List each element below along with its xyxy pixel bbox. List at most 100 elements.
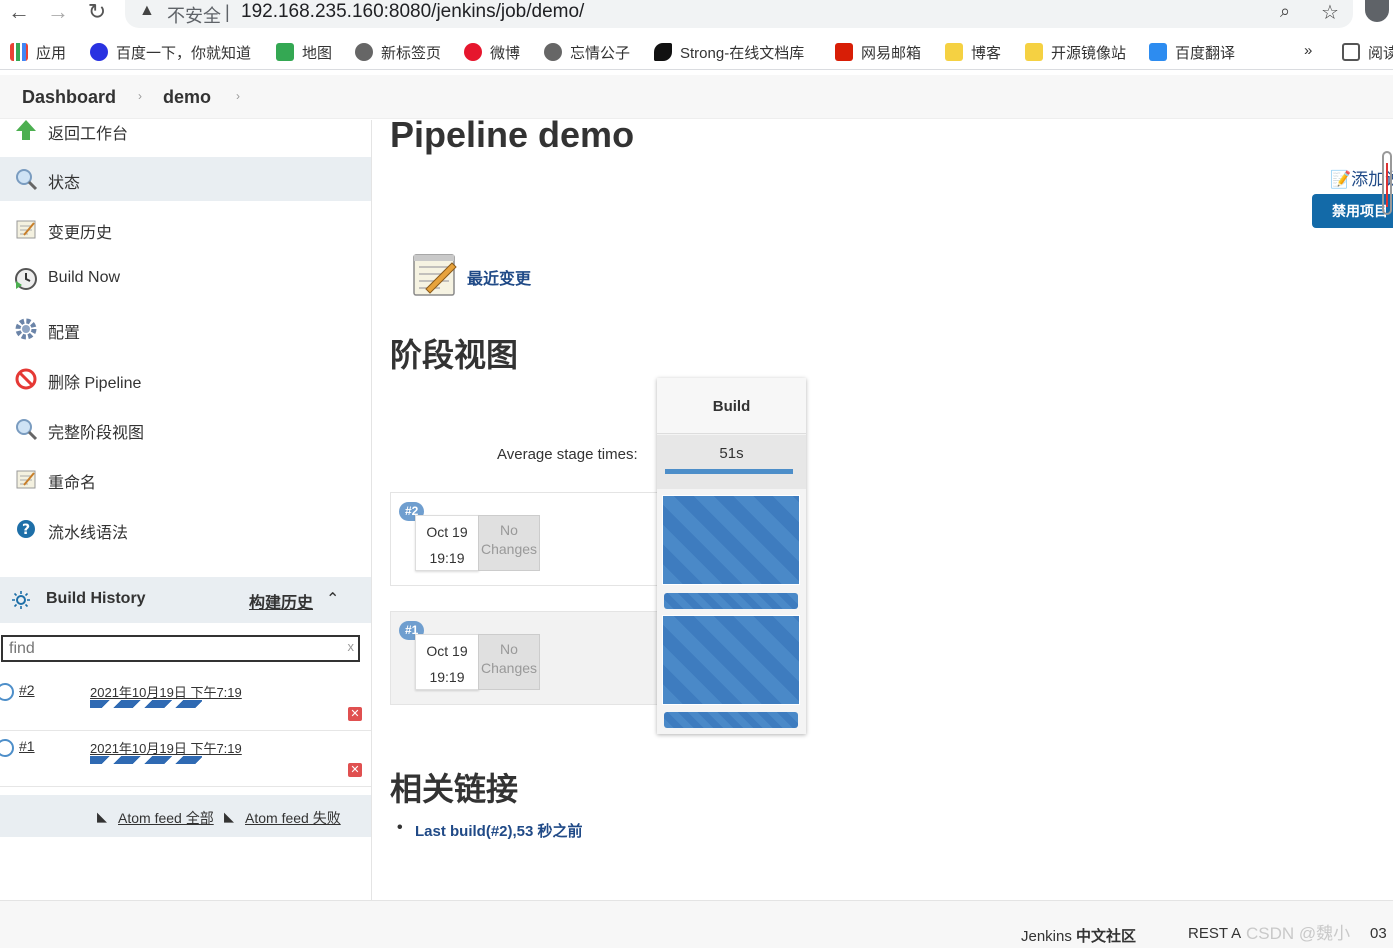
bookmark-label: 百度翻译 [1175, 45, 1236, 62]
build-search: x [1, 635, 360, 662]
avg-stage-time: 51s [719, 445, 744, 462]
bookmark-star-icon[interactable]: ☆ [1321, 0, 1339, 25]
task-full-stage-view[interactable]: 完整阶段视图 [0, 407, 371, 451]
run-date-day: Oct 19 [426, 524, 468, 540]
breadcrumb-job[interactable]: demo [163, 87, 211, 108]
bookmark-label: 博客 [971, 45, 1002, 62]
bookmark-map[interactable]: 地图 [276, 42, 332, 63]
reading-list[interactable]: 阅读 [1342, 42, 1393, 63]
last-build-link[interactable]: Last build(#2),53 秒之前 [397, 819, 582, 841]
watermark: CSDN @魏小 [1246, 924, 1351, 943]
chevron-right-icon[interactable]: › [236, 89, 240, 103]
run-date: Oct 19 19:19 [415, 515, 479, 571]
search-icon [16, 169, 38, 191]
build-history-header: Build History 构建历史 ⌃ [0, 577, 371, 623]
mail-icon [835, 43, 853, 61]
globe-icon [355, 43, 373, 61]
chevron-right-icon[interactable]: › [138, 89, 142, 103]
community-link[interactable]: Jenkins 中文社区 [1021, 925, 1136, 946]
disable-project-button[interactable]: 禁用项目 [1312, 194, 1393, 228]
task-status[interactable]: 状态 [0, 157, 371, 201]
notepad-icon [413, 254, 457, 296]
abort-build-icon[interactable]: ✕ [348, 763, 362, 777]
bookmark-label: Strong-在线文档库 [680, 45, 805, 62]
avg-stage-time-cell: 51s [657, 435, 806, 489]
breadcrumb-dashboard[interactable]: Dashboard [22, 87, 116, 108]
bookmarks-more[interactable]: » [1304, 42, 1312, 59]
no-entry-icon [15, 368, 37, 390]
bookmark-label: 网易邮箱 [861, 45, 922, 62]
folder-icon [1025, 43, 1043, 61]
bookmark-label: 开源镜像站 [1051, 45, 1127, 62]
back-icon[interactable]: ← [4, 0, 34, 24]
run-date-time: 19:19 [429, 669, 465, 685]
feed-all-link[interactable]: Atom feed 全部 [118, 808, 214, 828]
build-search-input[interactable] [9, 639, 329, 659]
bookmark-mail[interactable]: 网易邮箱 [835, 42, 921, 63]
task-delete-pipeline[interactable]: 删除 Pipeline [0, 357, 371, 401]
bookmark-translate[interactable]: 百度翻译 [1149, 42, 1235, 63]
task-label: 返回工作台 [48, 126, 129, 143]
bookmark-label: 新标签页 [381, 45, 442, 62]
chevron-up-icon[interactable]: ⌃ [326, 589, 339, 609]
warning-icon: ▲ [139, 2, 155, 19]
in-progress-icon [0, 683, 14, 701]
task-build-now[interactable]: Build Now [0, 257, 371, 301]
zoom-icon[interactable]: ⌕ [1280, 1, 1290, 22]
task-changes[interactable]: 变更历史 [0, 207, 371, 251]
build-row-2: #2 2021年10月19日 下午7:19 ✕ [0, 676, 371, 731]
reload-icon[interactable]: ↻ [82, 0, 112, 24]
notepad-icon [16, 220, 36, 239]
bookmark-label: 应用 [36, 45, 67, 62]
bookmark-weibo[interactable]: 微博 [464, 42, 520, 63]
bookmark-strong[interactable]: Strong-在线文档库 [654, 42, 804, 63]
gear-icon [15, 318, 37, 340]
build-number-link[interactable]: #1 [19, 738, 35, 754]
community-bold: 中文社区 [1076, 928, 1137, 945]
stage-run-row-2[interactable]: #2 Oct 19 19:19 No Changes [390, 492, 658, 586]
avg-stage-times-label: Average stage times: [497, 446, 638, 463]
feed-failed-link[interactable]: Atom feed 失败 [245, 808, 341, 828]
task-back-to-dashboard[interactable]: 返回工作台 [0, 108, 371, 152]
url-text[interactable]: 192.168.235.160:8080/jenkins/job/demo/ [241, 1, 584, 23]
scroll-indicator [1382, 151, 1392, 215]
address-bar[interactable]: ▲ 不安全 | 192.168.235.160:8080/jenkins/job… [125, 0, 1353, 28]
bookmark-mirror[interactable]: 开源镜像站 [1025, 42, 1126, 63]
apps-grid-icon [10, 43, 28, 61]
task-pipeline-syntax[interactable]: ? 流水线语法 [0, 507, 371, 551]
build-number-link[interactable]: #2 [19, 682, 35, 698]
stage-progress-bar [664, 712, 798, 728]
stage-run-row-1[interactable]: #1 Oct 19 19:19 No Changes [390, 611, 658, 705]
run-date-time: 19:19 [429, 550, 465, 566]
stage-cell-running[interactable] [662, 495, 800, 585]
recent-changes-link[interactable]: 最近变更 [467, 265, 531, 289]
forward-icon[interactable]: → [43, 0, 73, 24]
bookmark-baidu[interactable]: 百度一下，你就知道 [90, 42, 251, 63]
translate-icon [1149, 43, 1167, 61]
rss-icon: ◣ [97, 809, 107, 824]
map-icon [276, 43, 294, 61]
bookmark-blog[interactable]: 博客 [945, 42, 1001, 63]
bookmark-wangqing[interactable]: 忘情公子 [544, 42, 630, 63]
build-progress-bar [90, 756, 202, 764]
sidebar: 返回工作台 状态 变更历史 Build Now 配置 删除 Pipeline 完… [0, 120, 372, 900]
clear-search-icon[interactable]: x [348, 639, 355, 654]
abort-build-icon[interactable]: ✕ [348, 707, 362, 721]
sun-icon [12, 591, 30, 609]
task-configure[interactable]: 配置 [0, 307, 371, 351]
run-changes: No Changes [478, 515, 540, 571]
task-rename[interactable]: 重命名 [0, 457, 371, 501]
build-date-link[interactable]: 2021年10月19日 下午7:19 [90, 682, 242, 701]
separator: | [225, 2, 230, 22]
build-date-link[interactable]: 2021年10月19日 下午7:19 [90, 738, 242, 757]
footer: Jenkins 中文社区 REST A CSDN @魏小 03 [0, 900, 1393, 948]
profile-avatar[interactable] [1365, 0, 1389, 22]
build-progress-bar [90, 700, 202, 708]
bookmark-newtab[interactable]: 新标签页 [355, 42, 441, 63]
stage-cell-running[interactable] [662, 615, 800, 705]
insecure-label: 不安全 [167, 6, 221, 26]
rest-api-link[interactable]: REST A [1188, 925, 1241, 942]
avg-time-bar [665, 469, 793, 474]
bookmark-apps[interactable]: 应用 [10, 42, 66, 63]
build-trend-link[interactable]: 构建历史 [249, 589, 313, 613]
